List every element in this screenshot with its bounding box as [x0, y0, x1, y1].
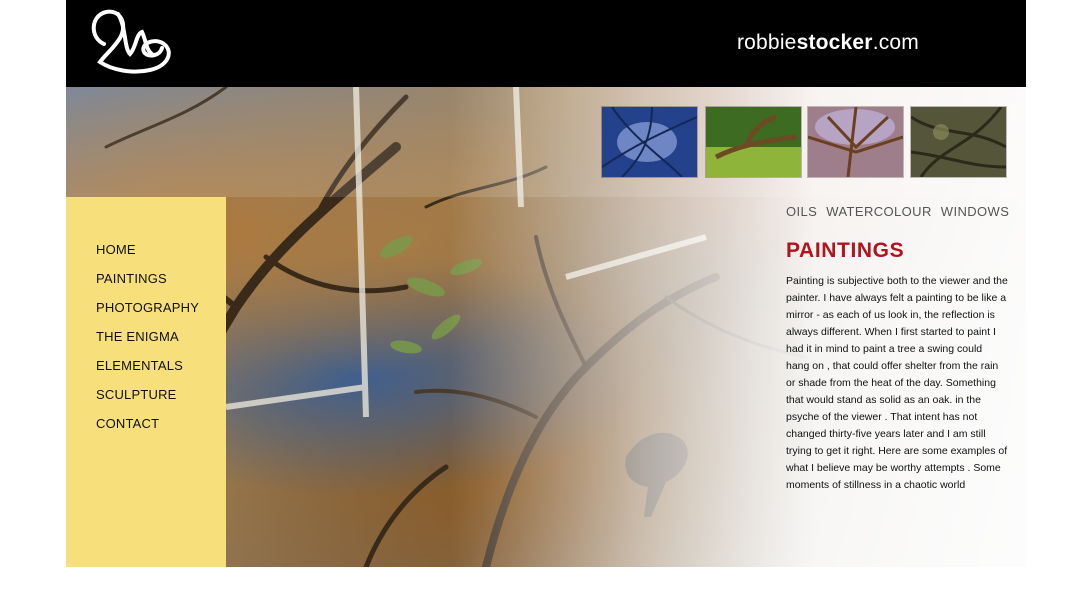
rs-logo-icon[interactable] [84, 4, 176, 76]
page-title: PAINTINGS [786, 239, 905, 262]
site-title[interactable]: robbiestocker.com [737, 31, 919, 55]
olive-branches-painting-thumbnail-icon [911, 107, 1006, 177]
site-container: robbiestocker.com HOME PAINTINGS PHOTOGR… [66, 0, 1026, 567]
subnav-item-watercolour[interactable]: WATERCOLOUR [826, 204, 932, 219]
site-title-bold: stocker [796, 31, 873, 54]
tree-canopy-painting-thumbnail-icon [808, 107, 903, 177]
nav-item-elementals[interactable]: ELEMENTALS [96, 358, 199, 387]
site-header: robbiestocker.com [66, 0, 1026, 87]
nav-item-the-enigma[interactable]: THE ENIGMA [96, 329, 199, 358]
thumbnail-1[interactable] [602, 107, 697, 177]
sub-navigation: OILS WATERCOLOUR WINDOWS [786, 204, 1014, 219]
green-tree-painting-thumbnail-icon [706, 107, 801, 177]
thumbnail-4[interactable] [911, 107, 1006, 177]
nav-item-paintings[interactable]: PAINTINGS [96, 271, 199, 300]
nav-item-contact[interactable]: CONTACT [96, 416, 199, 445]
page-body-text: Painting is subjective both to the viewe… [786, 275, 1008, 491]
thumbnail-3[interactable] [808, 107, 903, 177]
nav-item-home[interactable]: HOME [96, 242, 199, 271]
site-title-light: robbie [736, 31, 797, 54]
thumbnail-2[interactable] [706, 107, 801, 177]
nav-item-sculpture[interactable]: SCULPTURE [96, 387, 199, 416]
site-title-suffix: .com [872, 31, 919, 54]
subnav-item-windows[interactable]: WINDOWS [941, 204, 1010, 219]
subnav-item-oils[interactable]: OILS [786, 204, 817, 219]
main-navigation: HOME PAINTINGS PHOTOGRAPHY THE ENIGMA EL… [66, 197, 226, 567]
nav-item-photography[interactable]: PHOTOGRAPHY [96, 300, 199, 329]
blue-tree-painting-thumbnail-icon [602, 107, 697, 177]
